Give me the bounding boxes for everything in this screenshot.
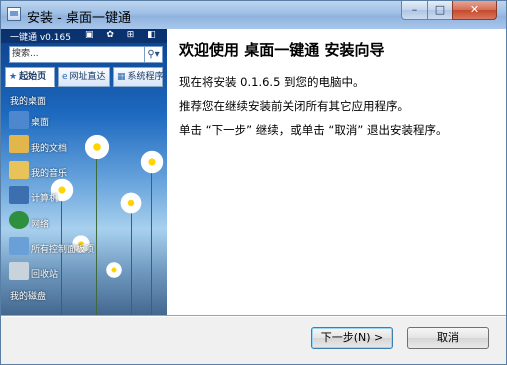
daisy-decoration <box>83 133 111 161</box>
close-apps-recommendation: 推荐您在继续安装前关闭所有其它应用程序。 <box>179 99 409 113</box>
preview-item-desktop: 桌面 <box>31 118 50 128</box>
product-preview-image: 一键通 v0.165 ▣ ✿ ⊞ ◧ ─ ✕ 搜索... ⚲▾ ★起始页 e网址… <box>1 29 167 315</box>
control-panel-icon <box>9 237 29 255</box>
network-globe-icon <box>9 211 29 229</box>
star-icon: ★ <box>9 72 18 82</box>
cancel-button[interactable]: 取消 <box>407 327 489 349</box>
flower-stem <box>96 149 97 315</box>
window-title: 安装 - 桌面一键通 <box>27 11 131 26</box>
install-version-text: 现在将安装 0.1.6.5 到您的电脑中。 <box>179 75 365 89</box>
wizard-heading: 欢迎使用 桌面一键通 安装向导 <box>179 41 385 59</box>
preview-item-my-disk: 我的磁盘 <box>10 292 47 302</box>
footer-divider <box>1 315 506 317</box>
installer-app-icon <box>7 7 21 21</box>
preview-tab-label: 起始页 <box>19 72 47 82</box>
preview-item-music: 我的音乐 <box>31 169 68 179</box>
preview-search-box: 搜索... <box>9 46 145 63</box>
wizard-content: 欢迎使用 桌面一键通 安装向导 现在将安装 0.1.6.5 到您的电脑中。 推荐… <box>167 29 506 315</box>
recycle-bin-icon <box>9 262 29 280</box>
preview-item-recycle-bin: 回收站 <box>31 270 59 280</box>
search-icon: ⚲▾ <box>145 46 163 63</box>
documents-folder-icon <box>9 135 29 153</box>
preview-app-title: 一键通 v0.165 <box>10 33 71 43</box>
daisy-decoration <box>105 261 123 279</box>
ie-icon: e <box>62 72 68 82</box>
preview-item-computer: 计算机 <box>31 194 59 204</box>
minimize-button[interactable]: – <box>401 1 428 20</box>
installer-window: 安装 - 桌面一键通 – □ ✕ 一键通 v0.165 ▣ ✿ ⊞ ◧ ─ ✕ … <box>0 0 507 365</box>
next-button[interactable]: 下一步(N) > <box>311 327 393 349</box>
preview-header: 一键通 v0.165 ▣ ✿ ⊞ ◧ ─ ✕ <box>1 29 167 43</box>
preview-item-control-panel: 所有控制面板项 <box>31 245 95 255</box>
preview-tab-websites: e 网址直达 <box>58 67 110 87</box>
preview-tab-label: 系统程序 <box>127 72 164 82</box>
daisy-decoration <box>119 191 143 215</box>
preview-item-documents: 我的文档 <box>31 144 68 154</box>
flower-stem <box>151 164 152 315</box>
preview-item-network: 网络 <box>31 220 50 230</box>
preview-tab-programs: ▦ 系统程序 <box>113 67 164 87</box>
grid-icon: ▦ <box>117 72 126 82</box>
preview-tab-label: 网址直达 <box>69 72 106 82</box>
flower-stem <box>131 204 132 315</box>
close-button[interactable]: ✕ <box>452 1 497 20</box>
preview-tab-start: ★ 起始页 <box>5 67 55 87</box>
computer-icon <box>9 186 29 204</box>
preview-item-my-desktop: 我的桌面 <box>10 97 47 107</box>
desktop-icon <box>9 111 29 129</box>
maximize-button[interactable]: □ <box>427 1 453 20</box>
music-folder-icon <box>9 161 29 179</box>
preview-header-icons: ▣ ✿ ⊞ ◧ ─ ✕ <box>85 30 167 40</box>
continue-instruction: 单击 “下一步” 继续，或单击 “取消” 退出安装程序。 <box>179 123 448 137</box>
button-bar: 下一步(N) > 取消 <box>1 315 506 364</box>
daisy-decoration <box>139 149 165 175</box>
title-bar[interactable]: 安装 - 桌面一键通 – □ ✕ <box>1 1 506 29</box>
